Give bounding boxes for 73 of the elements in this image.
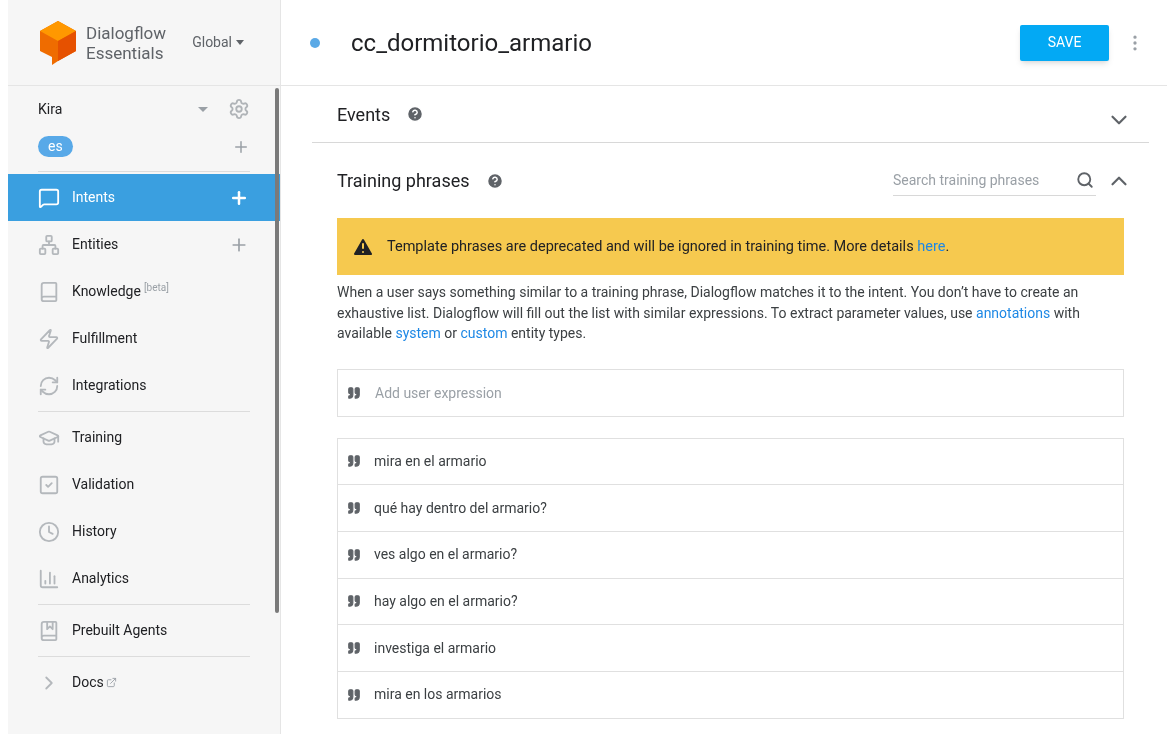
phrase-text: mira en el armario [374,451,487,471]
region-dropdown[interactable]: Global [192,32,244,53]
nav-label: Analytics [72,569,130,588]
clock-icon [38,520,60,543]
phrase-row[interactable]: ves algo en el armario? [337,531,1124,579]
phrase-row[interactable]: investiga el armario [337,625,1124,672]
expression-input[interactable]: Add user expression [337,368,1124,417]
description-link[interactable]: custom [460,325,508,341]
nav-item[interactable]: Validation [38,461,250,508]
section-title: Training phrases [337,169,470,193]
search-field[interactable]: Search training phrases [893,169,1076,191]
nav-item[interactable]: Integrations [8,362,280,409]
bookmark-book-icon [38,619,60,642]
quote-icon [347,385,361,400]
nav-label: Knowledge [72,282,141,301]
brand-name: Essentials [86,42,165,63]
phrase-row[interactable]: hay algo en el armario? [337,578,1124,626]
description-link[interactable]: annotations [976,304,1051,321]
nav-label: History [72,522,117,541]
settings-icon[interactable] [228,98,250,120]
nav-item[interactable]: History [38,508,250,555]
search-icon[interactable] [1076,171,1094,189]
nav-item[interactable]: Training [38,414,250,461]
quote-icon [347,547,361,562]
intent-title: cc_dormitorio_armario [351,27,592,59]
book-icon [38,280,60,303]
section-title: Events [337,102,391,127]
warning-text: Template phrases are deprecated and will be ignored in training time. More details here. [387,236,950,257]
nav-label: Validation [72,475,135,494]
agent-name[interactable]: Kira [38,98,63,120]
description-text: When a user says something similar to a training phrase, Dialogflow matches it to the intent. You don’t have to create an exhaustive list. Dialogflow will fill out the list with similar expressions. To extract parameter values, use annotations with available system or custom entity types. [337,283,1081,343]
bar-chart-icon [38,567,60,590]
caret-icon [236,40,244,45]
phrase-text: mira en los armarios [374,685,502,705]
nav-item[interactable]: Analytics [38,555,250,602]
refresh-icon [38,374,60,397]
scrollbar[interactable] [275,88,279,613]
external-link-icon [105,677,117,688]
nav-label: Entities [72,235,119,254]
help-icon[interactable] [485,171,504,190]
nav-label: Training [72,428,123,447]
help-icon[interactable] [406,105,425,123]
phrase-row[interactable]: mira en el armario [337,438,1124,486]
nav-label: Prebuilt Agents [72,621,168,640]
nav-label: Fulfillment [72,329,138,348]
nav-item[interactable]: Knowledge [beta] [8,268,280,315]
logo-icon [38,18,78,67]
description-link[interactable]: system [395,325,441,341]
quote-icon [347,454,361,469]
quote-icon [347,594,361,609]
nav-label: Docs [72,673,104,692]
nav-item[interactable]: Entities [8,221,280,268]
quote-icon [347,687,361,702]
checkbox-icon [38,473,60,496]
nav-item[interactable]: Prebuilt Agents [38,607,250,654]
phrase-row[interactable]: mira en los armarios [337,671,1124,719]
nav-label: Integrations [72,376,147,395]
quote-icon [347,501,361,516]
beta-label: [beta] [143,281,169,295]
phrase-row[interactable]: qué hay dentro del armario? [337,485,1124,532]
phrase-text: ves algo en el armario? [374,545,518,565]
phrase-text: investiga el armario [374,638,497,658]
chat-icon [38,186,60,209]
phrase-text: hay algo en el armario? [374,591,518,611]
nav-label: Intents [72,188,116,207]
phrase-text: qué hay dentro del armario? [374,498,547,518]
caret-icon[interactable] [198,106,208,112]
quote-icon [347,641,361,656]
nav-item[interactable]: Docs [38,659,250,706]
lightning-icon [38,327,60,350]
hierarchy-icon [38,233,60,256]
nav-item[interactable]: Fulfillment [8,315,280,362]
brand-name: Dialogflow [86,22,167,43]
